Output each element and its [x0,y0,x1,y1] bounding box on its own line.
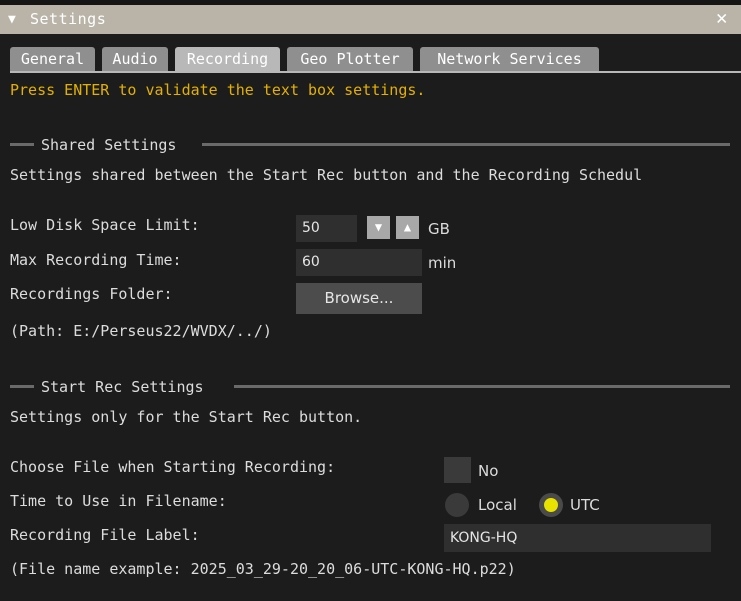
separator-left [10,143,34,146]
max-time-label: Max Recording Time: [10,251,182,269]
close-icon[interactable]: ✕ [716,7,727,29]
validation-hint: Press ENTER to validate the text box set… [10,81,426,99]
radio-local-label: Local [478,496,517,514]
low-disk-label: Low Disk Space Limit: [10,216,200,234]
choose-file-value: No [478,462,499,480]
tab-audio[interactable]: Audio [102,47,168,71]
folder-path: (Path: E:/Perseus22/WVDX/../) [10,322,272,340]
section-heading-shared: Shared Settings [41,136,177,154]
increment-button[interactable]: ▲ [396,216,419,239]
tab-general[interactable]: General [10,47,95,71]
tab-recording[interactable]: Recording [175,47,280,71]
separator-right [234,385,730,388]
file-label-input[interactable]: KONG-HQ [444,524,711,552]
max-time-input[interactable]: 60 [296,249,422,276]
separator-right [202,143,730,146]
time-filename-label: Time to Use in Filename: [10,492,227,510]
browse-button[interactable]: Browse... [296,283,422,314]
tab-network-services[interactable]: Network Services [420,47,599,71]
radio-local[interactable] [445,493,469,517]
separator-left [10,385,34,388]
folder-label: Recordings Folder: [10,285,173,303]
settings-window [0,34,741,601]
file-label-label: Recording File Label: [10,526,200,544]
low-disk-unit: GB [428,220,450,238]
window-title: Settings [30,10,107,28]
tab-geo-plotter[interactable]: Geo Plotter [287,47,413,71]
radio-utc-label: UTC [570,496,600,514]
choose-file-checkbox[interactable] [444,457,471,483]
radio-utc[interactable] [539,493,563,517]
title-bar[interactable] [0,5,741,34]
start-rec-description: Settings only for the Start Rec button. [10,408,363,426]
collapse-arrow-icon[interactable]: ▼ [8,12,16,27]
max-time-unit: min [428,254,457,272]
tab-underline [10,71,741,73]
decrement-button[interactable]: ▼ [367,216,390,239]
choose-file-label: Choose File when Starting Recording: [10,458,336,476]
filename-example: (File name example: 2025_03_29-20_20_06-… [10,560,516,578]
section-heading-start-rec: Start Rec Settings [41,378,204,396]
shared-description: Settings shared between the Start Rec bu… [10,166,643,184]
low-disk-input[interactable]: 50 [296,215,357,242]
